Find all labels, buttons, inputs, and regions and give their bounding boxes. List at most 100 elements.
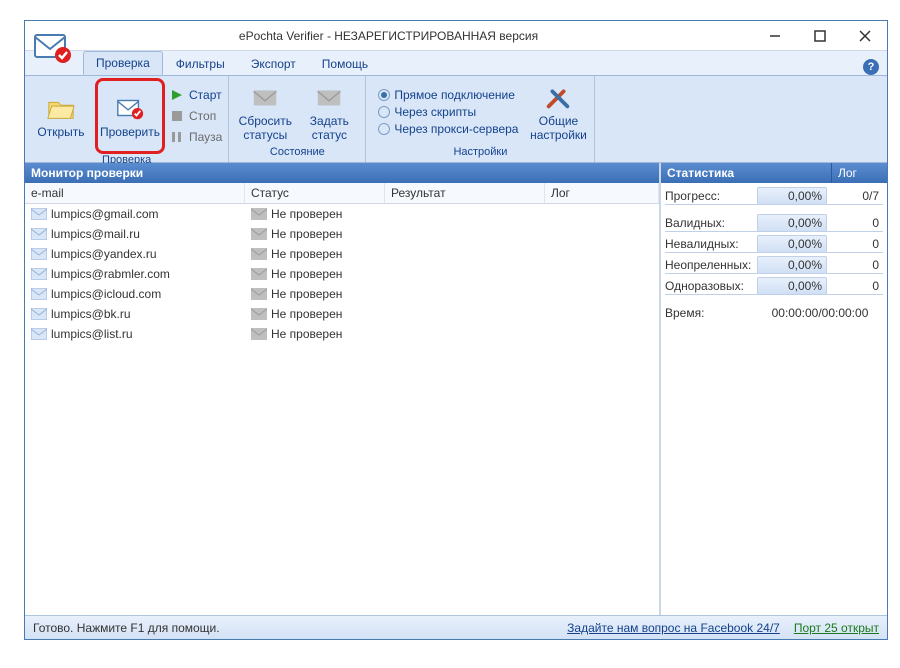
cell-result bbox=[385, 272, 545, 276]
cell-result bbox=[385, 292, 545, 296]
radio-scripts[interactable]: Через скрипты bbox=[378, 105, 518, 119]
stat-progress: Прогресс:0,00%0/7 bbox=[665, 187, 883, 205]
minimize-button[interactable] bbox=[752, 21, 797, 50]
window-title: ePochta Verifier - НЕЗАРЕГИСТРИРОВАННАЯ … bbox=[25, 29, 752, 43]
radio-icon bbox=[378, 106, 390, 118]
tab-log[interactable]: Лог bbox=[831, 163, 887, 183]
cell-status: Не проверен bbox=[245, 325, 385, 343]
folder-open-icon bbox=[46, 93, 76, 123]
ribbon: Открыть Проверить Старт Стоп bbox=[25, 75, 887, 163]
monitor-panel: Монитор проверки e-mail Статус Результат… bbox=[25, 163, 661, 615]
play-icon bbox=[169, 88, 185, 102]
cell-log bbox=[545, 272, 659, 276]
app-window: ePochta Verifier - НЕЗАРЕГИСТРИРОВАННАЯ … bbox=[24, 20, 888, 640]
monitor-header: Монитор проверки bbox=[25, 163, 659, 183]
set-status-button[interactable]: Задать статус bbox=[299, 79, 359, 145]
stop-button[interactable]: Стоп bbox=[169, 106, 222, 126]
titlebar: ePochta Verifier - НЕЗАРЕГИСТРИРОВАННАЯ … bbox=[25, 21, 887, 51]
stat-once: Одноразовых:0,00%0 bbox=[665, 277, 883, 295]
help-icon[interactable]: ? bbox=[863, 59, 879, 75]
table-row[interactable]: lumpics@gmail.comНе проверен bbox=[25, 204, 659, 224]
tab-help[interactable]: Помощь bbox=[309, 52, 381, 75]
tab-stats[interactable]: Статистика bbox=[661, 163, 831, 183]
cell-status: Не проверен bbox=[245, 265, 385, 283]
cell-email: lumpics@bk.ru bbox=[25, 305, 245, 323]
table-header: e-mail Статус Результат Лог bbox=[25, 183, 659, 204]
cell-log bbox=[545, 292, 659, 296]
cell-log bbox=[545, 252, 659, 256]
link-facebook[interactable]: Задайте нам вопрос на Facebook 24/7 bbox=[567, 621, 780, 635]
cell-status: Не проверен bbox=[245, 245, 385, 263]
cell-log bbox=[545, 212, 659, 216]
ribbon-group-state: Сбросить статусы Задать статус Состояние bbox=[229, 76, 366, 162]
statusbar: Готово. Нажмите F1 для помощи. Задайте н… bbox=[25, 615, 887, 639]
radio-icon bbox=[378, 89, 390, 101]
cell-status: Не проверен bbox=[245, 205, 385, 223]
verify-button-highlight: Проверить bbox=[95, 78, 165, 154]
cell-result bbox=[385, 252, 545, 256]
cell-email: lumpics@mail.ru bbox=[25, 225, 245, 243]
side-panel: Статистика Лог Прогресс:0,00%0/7 Валидны… bbox=[661, 163, 887, 615]
settings-button[interactable]: Общие настройки bbox=[528, 79, 588, 145]
cell-email: lumpics@gmail.com bbox=[25, 205, 245, 223]
envelope-check-icon bbox=[115, 93, 145, 123]
pause-icon bbox=[169, 130, 185, 144]
table-row[interactable]: lumpics@mail.ruНе проверен bbox=[25, 224, 659, 244]
cell-email: lumpics@list.ru bbox=[25, 325, 245, 343]
table-row[interactable]: lumpics@list.ruНе проверен bbox=[25, 324, 659, 344]
window-controls bbox=[752, 21, 887, 50]
cell-email: lumpics@icloud.com bbox=[25, 285, 245, 303]
ribbon-group-settings: Прямое подключение Через скрипты Через п… bbox=[366, 76, 595, 162]
cell-log bbox=[545, 312, 659, 316]
pause-button[interactable]: Пауза bbox=[169, 127, 222, 147]
cell-result bbox=[385, 312, 545, 316]
reset-status-button[interactable]: Сбросить статусы bbox=[235, 79, 295, 145]
table-row[interactable]: lumpics@bk.ruНе проверен bbox=[25, 304, 659, 324]
start-button[interactable]: Старт bbox=[169, 85, 222, 105]
cell-log bbox=[545, 332, 659, 336]
cell-result bbox=[385, 332, 545, 336]
col-result[interactable]: Результат bbox=[385, 183, 545, 203]
close-button[interactable] bbox=[842, 21, 887, 50]
col-status[interactable]: Статус bbox=[245, 183, 385, 203]
link-port[interactable]: Порт 25 открыт bbox=[794, 621, 879, 635]
cell-email: lumpics@yandex.ru bbox=[25, 245, 245, 263]
app-logo-icon bbox=[31, 25, 75, 69]
table-row[interactable]: lumpics@yandex.ruНе проверен bbox=[25, 244, 659, 264]
tab-verify[interactable]: Проверка bbox=[83, 51, 163, 75]
verify-button[interactable]: Проверить bbox=[100, 83, 160, 149]
cell-log bbox=[545, 232, 659, 236]
col-log[interactable]: Лог bbox=[545, 183, 659, 203]
tab-filters[interactable]: Фильтры bbox=[163, 52, 238, 75]
stat-valid: Валидных:0,00%0 bbox=[665, 214, 883, 232]
cell-email: lumpics@rabmler.com bbox=[25, 265, 245, 283]
col-email[interactable]: e-mail bbox=[25, 183, 245, 203]
cell-status: Не проверен bbox=[245, 285, 385, 303]
cell-result bbox=[385, 212, 545, 216]
table-row[interactable]: lumpics@icloud.comНе проверен bbox=[25, 284, 659, 304]
content-area: Монитор проверки e-mail Статус Результат… bbox=[25, 163, 887, 615]
tab-export[interactable]: Экспорт bbox=[238, 52, 309, 75]
stats-list: Прогресс:0,00%0/7 Валидных:0,00%0 Невали… bbox=[661, 183, 887, 326]
ribbon-group-verify: Открыть Проверить Старт Стоп bbox=[25, 76, 229, 162]
envelope-grey-dropdown-icon bbox=[314, 82, 344, 112]
table-row[interactable]: lumpics@rabmler.comНе проверен bbox=[25, 264, 659, 284]
maximize-button[interactable] bbox=[797, 21, 842, 50]
tools-icon bbox=[543, 82, 573, 112]
cell-status: Не проверен bbox=[245, 305, 385, 323]
table-body: lumpics@gmail.comНе проверенlumpics@mail… bbox=[25, 204, 659, 615]
menubar: Проверка Фильтры Экспорт Помощь ? bbox=[25, 51, 887, 75]
radio-icon bbox=[378, 123, 390, 135]
ribbon-group-label: Состояние bbox=[235, 146, 359, 161]
radio-direct[interactable]: Прямое подключение bbox=[378, 88, 518, 102]
stat-undef: Неопреленных:0,00%0 bbox=[665, 256, 883, 274]
cell-result bbox=[385, 232, 545, 236]
open-button[interactable]: Открыть bbox=[31, 83, 91, 149]
ribbon-group-label: Настройки bbox=[372, 146, 588, 161]
radio-proxy[interactable]: Через прокси-сервера bbox=[378, 122, 518, 136]
status-ready: Готово. Нажмите F1 для помощи. bbox=[33, 621, 220, 635]
cell-status: Не проверен bbox=[245, 225, 385, 243]
stat-invalid: Невалидных:0,00%0 bbox=[665, 235, 883, 253]
envelope-grey-icon bbox=[250, 82, 280, 112]
stat-time: Время:00:00:00/00:00:00 bbox=[665, 304, 883, 322]
